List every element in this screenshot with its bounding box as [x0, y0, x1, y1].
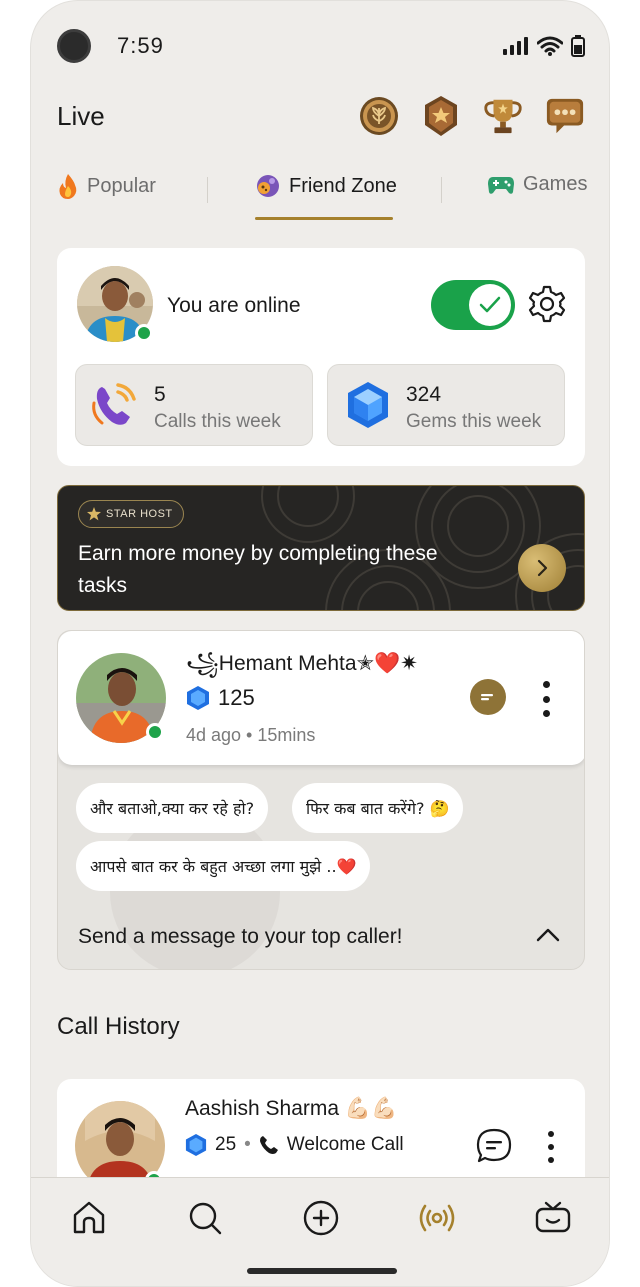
- top-caller-card[interactable]: ꧁Hemant Mehta✭❤️✷ 125 4d ago • 15mins: [58, 631, 584, 765]
- star-host-banner[interactable]: STAR HOST Earn more money by completing …: [57, 485, 585, 611]
- nav-search[interactable]: [185, 1198, 225, 1238]
- status-time: 7:59: [117, 33, 164, 58]
- page-title: Live: [57, 101, 105, 131]
- phone-icon: [259, 1136, 278, 1154]
- call-type: Welcome Call: [286, 1134, 404, 1155]
- gems-count: 324: [406, 383, 442, 406]
- dot-icon: [542, 710, 550, 717]
- tab-label: Popular: [87, 174, 156, 197]
- settings-gear-icon[interactable]: [527, 284, 567, 324]
- quick-reply-chip[interactable]: फिर कब बात करेंगे? 🤔: [292, 783, 464, 833]
- tv-icon: [535, 1201, 571, 1233]
- message-button[interactable]: [470, 679, 506, 715]
- call-history-title: Call History: [57, 1013, 180, 1040]
- phone-screen: 7:59 Live Popular Friend Zone Games You …: [30, 0, 610, 1287]
- caller-meta: 4d ago • 15mins: [186, 725, 316, 745]
- header-badges: [359, 95, 585, 137]
- send-message-prompt: Send a message to your top caller!: [78, 925, 403, 948]
- home-icon: [73, 1201, 105, 1234]
- toggle-knob: [469, 284, 511, 326]
- signal-icon: [503, 37, 528, 55]
- check-icon: [479, 296, 501, 313]
- dot-icon: [548, 1131, 554, 1137]
- gems-label: Gems this week: [406, 411, 542, 432]
- level-badge-icon[interactable]: [359, 95, 399, 137]
- gamepad-icon: [488, 176, 514, 194]
- category-tabs: Popular Friend Zone Games: [31, 165, 609, 223]
- camera-cutout: [57, 29, 91, 63]
- chevron-up-icon[interactable]: [534, 925, 562, 945]
- active-tab-indicator: [255, 217, 393, 220]
- caller-gem-count: 125: [218, 685, 255, 710]
- caller-gems: 125: [186, 685, 255, 711]
- chevron-right-icon: [537, 559, 548, 577]
- quick-reply-chip[interactable]: आपसे बात कर के बहुत अच्छा लगा मुझे ..❤️: [76, 841, 371, 891]
- online-indicator: [135, 324, 153, 342]
- online-status-text: You are online: [167, 294, 301, 317]
- quick-reply-chip[interactable]: और बताओ,क्या कर रहे हो?: [76, 783, 269, 833]
- star-host-pill: STAR HOST: [78, 500, 184, 528]
- gem-icon: [185, 1134, 207, 1156]
- nav-tv[interactable]: [533, 1198, 573, 1238]
- tab-divider: [207, 177, 208, 203]
- battery-icon: [571, 35, 585, 57]
- banner-text: Earn more money by completing these task…: [78, 542, 438, 597]
- separator-dot: •: [244, 1134, 251, 1155]
- history-meta: 25 • Welcome Call: [185, 1133, 404, 1157]
- fire-icon: [59, 174, 77, 199]
- status-icons: [503, 35, 585, 57]
- status-bar: 7:59: [31, 23, 609, 69]
- phone-call-icon: [92, 383, 136, 425]
- calls-count: 5: [154, 383, 166, 406]
- top-caller-section: ꧁Hemant Mehta✭❤️✷ 125 4d ago • 15mins और…: [57, 630, 585, 970]
- home-indicator[interactable]: [247, 1268, 397, 1274]
- tab-games[interactable]: Games: [487, 173, 587, 196]
- star-icon: [87, 507, 101, 521]
- calls-label: Calls this week: [154, 411, 281, 432]
- history-gem-count: 25: [215, 1134, 237, 1155]
- gems-stat: 324 Gems this week: [327, 364, 565, 446]
- nav-add[interactable]: [301, 1198, 341, 1238]
- more-options-button[interactable]: [536, 679, 556, 719]
- tab-friend-zone[interactable]: Friend Zone: [255, 173, 397, 199]
- tab-label: Friend Zone: [289, 174, 397, 197]
- chat-badge-icon[interactable]: [545, 95, 585, 137]
- caller-name: ꧁Hemant Mehta✭❤️✷: [186, 652, 418, 675]
- chat-outline-icon[interactable]: [475, 1127, 513, 1165]
- nav-live[interactable]: [417, 1198, 457, 1238]
- dot-icon: [542, 681, 550, 688]
- live-icon: [419, 1204, 455, 1232]
- banner-arrow-button[interactable]: [518, 544, 566, 592]
- wifi-icon: [537, 36, 563, 56]
- gem-icon: [348, 382, 388, 428]
- add-icon: [303, 1200, 339, 1236]
- chat-bubble-icon: [481, 694, 493, 701]
- trophy-icon[interactable]: [483, 95, 523, 137]
- star-host-label: STAR HOST: [106, 508, 173, 520]
- tab-popular[interactable]: Popular: [57, 173, 156, 199]
- more-options-button[interactable]: [541, 1129, 561, 1165]
- tab-divider: [441, 177, 442, 203]
- history-caller-name: Aashish Sharma 💪🏻💪🏻: [185, 1097, 398, 1120]
- bottom-navigation: [31, 1177, 609, 1286]
- nav-home[interactable]: [69, 1198, 109, 1238]
- dot-icon: [548, 1144, 554, 1150]
- app-header: Live: [31, 89, 609, 145]
- rank-badge-icon[interactable]: [421, 95, 461, 137]
- search-icon: [189, 1202, 222, 1235]
- gem-icon: [187, 686, 209, 710]
- tab-label: Games: [523, 173, 588, 195]
- dot-icon: [548, 1157, 554, 1163]
- dot-icon: [542, 695, 550, 703]
- online-toggle[interactable]: [431, 280, 515, 330]
- cookie-icon: [257, 175, 279, 197]
- calls-stat: 5 Calls this week: [75, 364, 313, 446]
- online-status-card: You are online 5 Calls this week 324 Gem…: [57, 248, 585, 466]
- online-indicator: [146, 723, 164, 741]
